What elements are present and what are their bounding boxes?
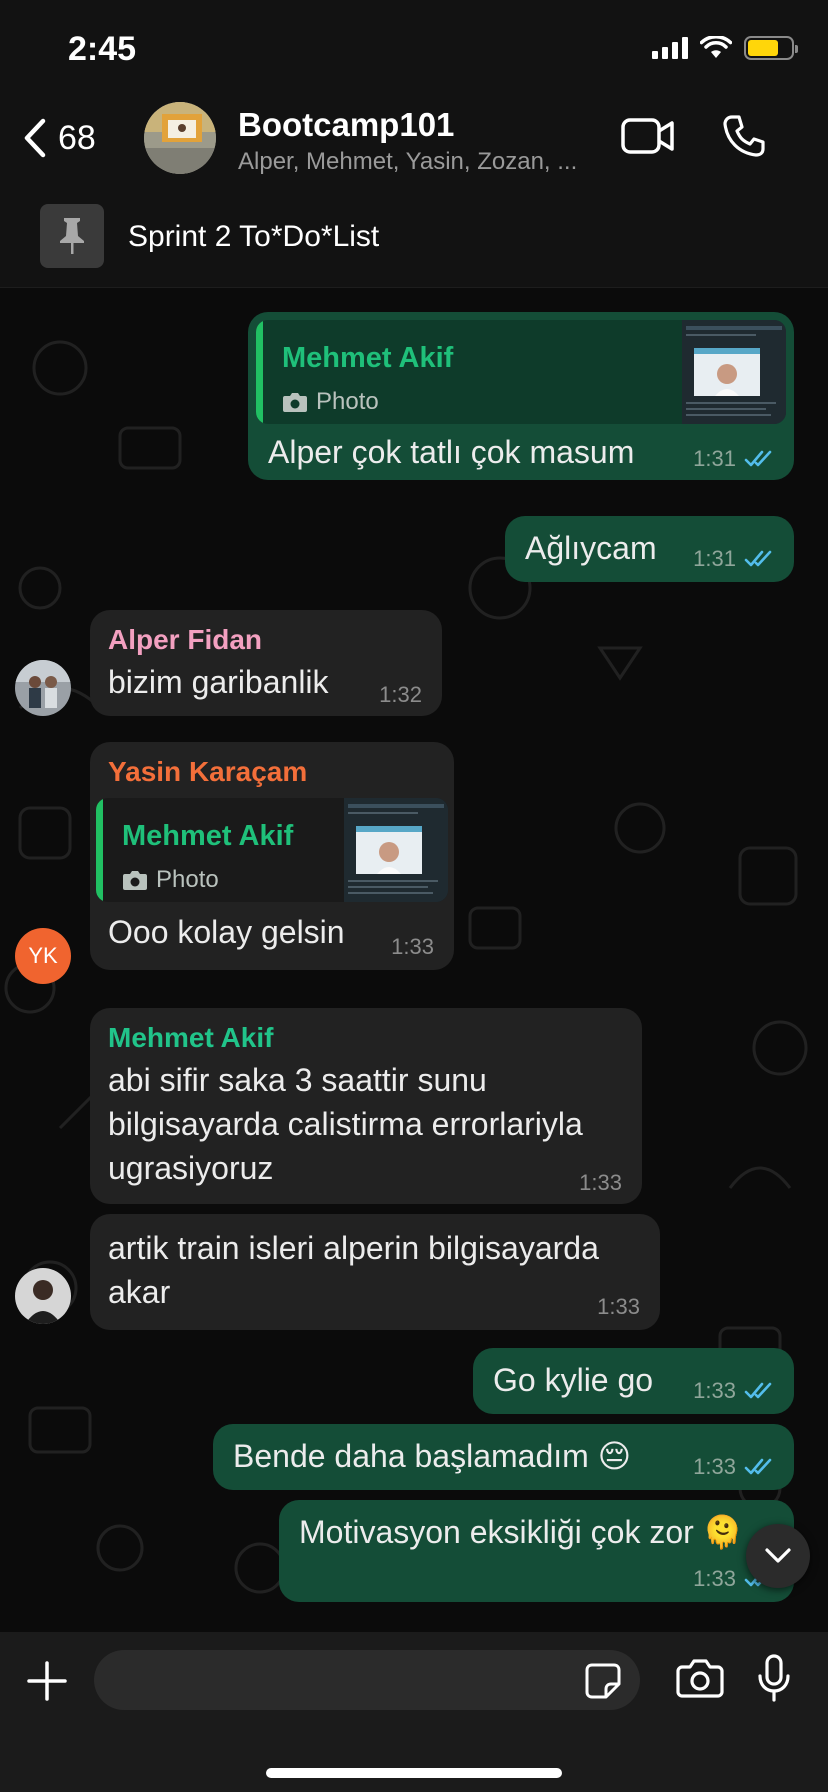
sender-avatar[interactable]: YK bbox=[15, 928, 71, 984]
message-time: 1:33 bbox=[693, 1566, 736, 1591]
chat-title-area[interactable]: Bootcamp101 Alper, Mehmet, Yasin, Zozan,… bbox=[238, 106, 598, 176]
battery-icon bbox=[744, 36, 798, 60]
read-receipt-icon bbox=[744, 1458, 772, 1475]
message-time: 1:33 bbox=[693, 1378, 736, 1403]
sender-name: Alper Fidan bbox=[108, 624, 263, 655]
message-text-line: artik train isleri alperin bilgisayarda bbox=[108, 1230, 599, 1266]
message-meta: 1:31 bbox=[693, 546, 776, 572]
sticker-icon[interactable] bbox=[584, 1662, 622, 1700]
message-list[interactable]: Mehmet Akif Photo Alper çok tatlı çok ma… bbox=[0, 288, 828, 1632]
message-meta: 1:32 bbox=[379, 682, 422, 708]
unread-count: 68 bbox=[58, 118, 96, 157]
video-call-icon[interactable] bbox=[620, 116, 676, 156]
message-time: 1:33 bbox=[391, 934, 434, 959]
read-receipt-icon bbox=[744, 1382, 772, 1399]
sender-name: Yasin Karaçam bbox=[108, 756, 308, 787]
quote-type: Photo bbox=[122, 866, 219, 894]
read-receipt-icon bbox=[744, 550, 772, 567]
chevron-down-icon bbox=[765, 1548, 791, 1563]
message-text-line: akar bbox=[108, 1274, 171, 1310]
sender-avatar[interactable] bbox=[15, 660, 71, 716]
read-receipt-icon bbox=[744, 450, 772, 467]
message-meta: 1:33 bbox=[391, 934, 434, 960]
quote-sender: Mehmet Akif bbox=[122, 820, 294, 852]
quote-accent-bar bbox=[256, 320, 263, 424]
camera-icon bbox=[123, 871, 147, 890]
message-text: Motivasyon eksikliği çok zor 🫠 bbox=[299, 1514, 743, 1550]
message-text: Ooo kolay gelsin bbox=[108, 914, 345, 950]
message-text: bizim garibanlik bbox=[108, 664, 329, 700]
microphone-icon[interactable] bbox=[756, 1654, 792, 1702]
group-members: Alper, Mehmet, Yasin, Zozan, ... bbox=[238, 148, 578, 175]
scroll-to-bottom-button[interactable] bbox=[746, 1524, 810, 1588]
sender-name: Mehmet Akif bbox=[108, 1022, 274, 1053]
quote-photo-thumbnail bbox=[682, 320, 786, 424]
quoted-message[interactable]: Mehmet Akif Photo bbox=[96, 798, 448, 902]
quote-type-label: Photo bbox=[316, 388, 379, 415]
message-text: Bende daha başlamadım 😔 bbox=[233, 1438, 632, 1474]
message-incoming[interactable]: Mehmet Akif abi sifir saka 3 saattir sun… bbox=[90, 1008, 642, 1204]
message-incoming[interactable]: artik train isleri alperin bilgisayarda … bbox=[90, 1214, 660, 1330]
message-meta: 1:33 bbox=[597, 1294, 640, 1320]
home-indicator[interactable] bbox=[266, 1768, 562, 1778]
wifi-icon bbox=[700, 36, 732, 58]
group-avatar[interactable] bbox=[144, 102, 216, 174]
group-title: Bootcamp101 bbox=[238, 106, 455, 143]
message-meta: 1:33 bbox=[693, 1454, 776, 1480]
message-time: 1:31 bbox=[693, 446, 736, 471]
pinned-message-bar[interactable]: Sprint 2 To*Do*List bbox=[0, 188, 828, 288]
message-outgoing[interactable]: Bende daha başlamadım 😔 1:33 bbox=[213, 1424, 794, 1490]
chat-header: 68 Bootcamp101 Alper, Mehmet, Yasin, Zoz… bbox=[0, 100, 828, 188]
message-time: 1:33 bbox=[597, 1294, 640, 1319]
message-time: 1:33 bbox=[579, 1170, 622, 1195]
camera-icon bbox=[283, 393, 307, 412]
attach-plus-icon[interactable] bbox=[26, 1660, 68, 1702]
message-text-line: ugrasiyoruz bbox=[108, 1150, 274, 1186]
message-text: Go kylie go bbox=[493, 1362, 654, 1398]
message-meta: 1:33 bbox=[579, 1170, 622, 1196]
quote-type-label: Photo bbox=[156, 866, 219, 893]
message-incoming[interactable]: Yasin Karaçam Mehmet Akif Photo Ooo kola… bbox=[90, 742, 454, 970]
pin-icon bbox=[40, 204, 104, 268]
message-outgoing[interactable]: Ağlıycam 1:31 bbox=[505, 516, 794, 582]
status-bar: 2:45 bbox=[0, 0, 828, 100]
message-outgoing[interactable]: Mehmet Akif Photo Alper çok tatlı çok ma… bbox=[248, 312, 794, 480]
back-button[interactable]: 68 bbox=[22, 118, 96, 158]
message-outgoing[interactable]: Motivasyon eksikliği çok zor 🫠 1:33 bbox=[279, 1500, 794, 1602]
chevron-left-icon bbox=[24, 118, 46, 158]
message-time: 1:31 bbox=[693, 546, 736, 571]
message-outgoing[interactable]: Go kylie go 1:33 bbox=[473, 1348, 794, 1414]
quoted-message[interactable]: Mehmet Akif Photo bbox=[256, 320, 786, 424]
message-time: 1:33 bbox=[693, 1454, 736, 1479]
message-text-line: bilgisayarda calistirma errorlariyla bbox=[108, 1106, 583, 1142]
sender-avatar[interactable] bbox=[15, 1268, 71, 1324]
message-meta: 1:31 bbox=[693, 446, 776, 472]
pinned-text: Sprint 2 To*Do*List bbox=[128, 220, 380, 253]
message-text: Ağlıycam bbox=[525, 530, 657, 566]
quote-sender: Mehmet Akif bbox=[282, 342, 454, 374]
message-input[interactable] bbox=[94, 1650, 640, 1710]
phone-call-icon[interactable] bbox=[722, 114, 766, 158]
composer-bar bbox=[0, 1632, 828, 1792]
message-text: Alper çok tatlı çok masum bbox=[268, 434, 635, 470]
status-icons bbox=[652, 36, 798, 60]
clock: 2:45 bbox=[68, 30, 137, 68]
message-time: 1:32 bbox=[379, 682, 422, 707]
camera-icon[interactable] bbox=[676, 1658, 724, 1698]
quote-accent-bar bbox=[96, 798, 103, 902]
signal-icon bbox=[652, 37, 688, 59]
message-text-line: abi sifir saka 3 saattir sunu bbox=[108, 1062, 487, 1098]
message-incoming[interactable]: Alper Fidan bizim garibanlik 1:32 bbox=[90, 610, 442, 716]
quote-photo-thumbnail bbox=[344, 798, 448, 902]
quote-type: Photo bbox=[282, 388, 379, 416]
avatar-initials: YK bbox=[28, 943, 58, 968]
message-meta: 1:33 bbox=[693, 1378, 776, 1404]
